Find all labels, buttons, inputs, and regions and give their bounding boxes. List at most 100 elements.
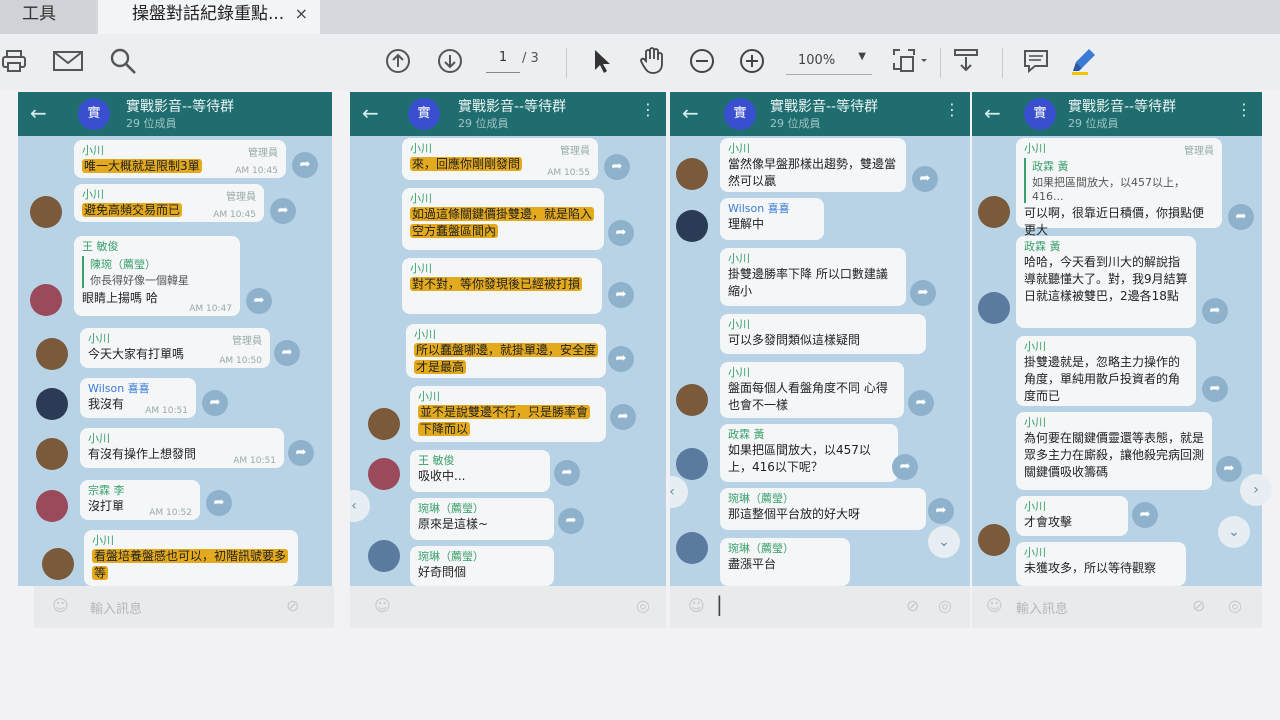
forward-icon[interactable]: ➦ [608, 346, 634, 372]
message-text: 未獲攻多，所以等待觀察 [1024, 561, 1157, 575]
zoom-value: 100% [798, 53, 836, 68]
message-time: AM 10:52 [149, 508, 192, 518]
sticker-icon[interactable]: ☺ [374, 596, 391, 615]
back-arrow-icon[interactable]: ← [984, 101, 1001, 125]
forward-icon[interactable]: ➦ [292, 152, 318, 178]
message-text: 盡漲平台 [728, 557, 777, 571]
sender-name: 政霖 黃 [1024, 240, 1061, 253]
quote-text: 你長得好像一個韓星 [90, 274, 189, 287]
fit-page-icon[interactable] [890, 44, 930, 78]
attach-icon[interactable]: ⊘ [1192, 596, 1205, 615]
message-input-placeholder: 輸入訊息 [1016, 602, 1069, 617]
camera-icon[interactable]: ◎ [636, 596, 650, 615]
forward-icon[interactable]: ➦ [892, 454, 918, 480]
message-bubble: 政霖 黃 如果把區間放大，以457以上，416以下呢？ [720, 424, 898, 482]
close-icon[interactable]: × [295, 0, 308, 28]
forward-icon[interactable]: ➦ [1202, 298, 1228, 324]
tab-document[interactable]: 操盤對話紀錄重點... × [98, 0, 320, 34]
message-text: 哈哈，今天看到川大的解說指導就聽懂大了。對，我9月結算日就這樣被雙巴，2邊各18… [1024, 255, 1188, 303]
more-icon[interactable]: ⋮ [1236, 100, 1252, 119]
search-icon[interactable] [108, 44, 138, 78]
tab-tools-label: 工具 [22, 4, 56, 24]
tab-tools[interactable]: 工具 [0, 0, 96, 34]
print-icon[interactable] [0, 44, 28, 78]
message-bubble: Wilson 喜喜 我沒有 AM 10:51 [80, 378, 196, 418]
avatar [42, 548, 74, 580]
attach-icon[interactable]: ⊘ [286, 596, 299, 615]
message-bubble: 小川 未獲攻多，所以等待觀察 [1016, 542, 1186, 586]
sticker-icon[interactable]: ☺ [52, 596, 69, 615]
chevron-down-icon[interactable]: ⌄ [928, 526, 960, 558]
forward-icon[interactable]: ➦ [1202, 376, 1228, 402]
quote-text: 如果把區間放大，以457以上，416... [1032, 176, 1185, 203]
forward-icon[interactable]: ➦ [206, 490, 232, 516]
forward-icon[interactable]: ➦ [270, 198, 296, 224]
forward-icon[interactable]: ➦ [912, 166, 938, 192]
forward-icon[interactable]: ➦ [608, 220, 634, 246]
camera-icon[interactable]: ◎ [938, 596, 952, 615]
avatar [30, 284, 62, 316]
scroll-up-icon[interactable] [384, 44, 412, 78]
message-input-bar[interactable]: ☺ | ⊘ ◎ [670, 586, 970, 628]
more-icon[interactable]: ⋮ [640, 100, 656, 119]
forward-icon[interactable]: ➦ [1216, 456, 1242, 482]
message-bubble: 小川 當然像早盤那樣出趨勢，雙邊當然可以贏 [720, 138, 906, 192]
forward-icon[interactable]: ➦ [202, 390, 228, 416]
chevron-down-icon[interactable]: ⌄ [1218, 516, 1250, 548]
avatar [36, 490, 68, 522]
forward-icon[interactable]: ➦ [604, 154, 630, 180]
sender-name: 王 敏俊 [418, 454, 455, 467]
back-arrow-icon[interactable]: ← [30, 101, 47, 125]
page-number-input[interactable]: 1 [486, 50, 520, 73]
toolbar-divider [566, 48, 567, 78]
hand-icon[interactable] [638, 44, 666, 78]
forward-icon[interactable]: ➦ [246, 288, 272, 314]
forward-icon[interactable]: ➦ [1228, 204, 1254, 230]
attach-icon[interactable]: ⊘ [906, 596, 919, 615]
pointer-icon[interactable] [590, 44, 614, 78]
avatar [368, 540, 400, 572]
sticker-icon[interactable]: ☺ [688, 596, 705, 615]
group-avatar: 實 [408, 98, 440, 130]
zoom-select[interactable]: 100% ▼ [786, 48, 872, 75]
message-input-placeholder: 輸入訊息 [90, 602, 143, 617]
scroll-down-icon[interactable] [436, 44, 464, 78]
forward-icon[interactable]: ➦ [558, 508, 584, 534]
sender-name: 小川 [1024, 416, 1046, 429]
sticker-icon[interactable]: ☺ [986, 596, 1003, 615]
avatar [368, 408, 400, 440]
avatar [676, 384, 708, 416]
toolbar: 1 / 3 100% ▼ [0, 34, 1280, 91]
download-icon[interactable] [952, 44, 980, 78]
zoom-out-icon[interactable] [688, 44, 716, 78]
forward-icon[interactable]: ➦ [608, 282, 634, 308]
chevron-right-icon[interactable]: › [1240, 474, 1272, 506]
message-input-bar[interactable]: ☺ 輸入訊息 ⊘ ◎ [972, 586, 1262, 628]
back-arrow-icon[interactable]: ← [362, 101, 379, 125]
comment-icon[interactable] [1022, 44, 1050, 78]
zoom-in-icon[interactable] [738, 44, 766, 78]
forward-icon[interactable]: ➦ [610, 404, 636, 430]
mail-icon[interactable] [52, 44, 84, 78]
forward-icon[interactable]: ➦ [274, 340, 300, 366]
member-count: 29 位成員 [770, 117, 821, 130]
forward-icon[interactable]: ➦ [928, 498, 954, 524]
forward-icon[interactable]: ➦ [1132, 502, 1158, 528]
chevron-left-icon[interactable]: ‹ [670, 476, 688, 508]
highlighter-icon[interactable] [1070, 44, 1098, 78]
forward-icon[interactable]: ➦ [288, 440, 314, 466]
forward-icon[interactable]: ➦ [554, 460, 580, 486]
sender-name: Wilson 喜喜 [728, 202, 790, 215]
message-input-bar[interactable]: ☺ 輸入訊息 ⊘ [34, 586, 334, 628]
chevron-left-icon[interactable]: ‹ [350, 490, 370, 522]
more-icon[interactable]: ⋮ [944, 100, 960, 119]
camera-icon[interactable]: ◎ [1228, 596, 1242, 615]
forward-icon[interactable]: ➦ [910, 280, 936, 306]
quote-sender: 政霖 黃 [1032, 160, 1069, 173]
reply-quote[interactable]: 陳琬（薦瑩） 你長得好像一個韓星 [82, 256, 232, 288]
forward-icon[interactable]: ➦ [908, 390, 934, 416]
message-input-bar[interactable]: ☺ ◎ [350, 586, 666, 628]
sender-name: Wilson 喜喜 [88, 382, 150, 395]
back-arrow-icon[interactable]: ← [682, 101, 699, 125]
reply-quote[interactable]: 政霖 黃如果把區間放大，以457以上，416... [1024, 158, 1214, 203]
